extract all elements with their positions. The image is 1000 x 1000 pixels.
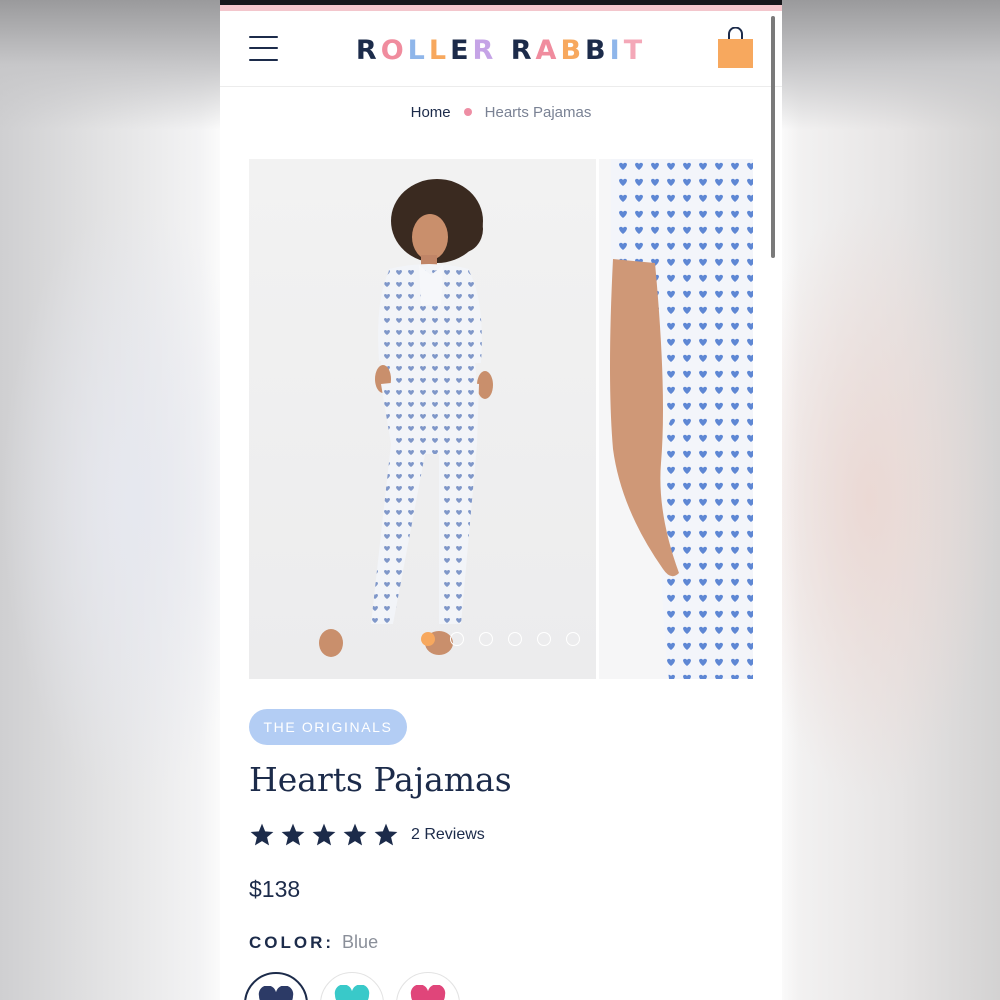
logo-letter: L	[428, 34, 451, 66]
color-swatch-blue[interactable]	[244, 972, 308, 1000]
hamburger-menu-icon[interactable]	[249, 36, 278, 62]
product-price: $138	[249, 876, 301, 902]
carousel-pagination	[421, 632, 580, 646]
product-title: Hearts Pajamas	[249, 760, 512, 799]
star-icon	[374, 823, 398, 846]
logo-letter: B	[585, 34, 610, 66]
brand-logo[interactable]: ROLLER RABBIT	[356, 33, 642, 67]
rating-stars	[249, 822, 399, 848]
scrollbar[interactable]	[771, 16, 775, 258]
logo-letter: I	[609, 34, 624, 66]
shopping-bag-icon[interactable]	[717, 26, 754, 69]
logo-letter: T	[623, 34, 647, 66]
logo-letter: R	[355, 34, 381, 66]
star-icon	[281, 823, 305, 846]
carousel-dot[interactable]	[566, 632, 580, 646]
logo-letter: E	[450, 34, 473, 66]
color-label: COLOR:	[249, 933, 335, 952]
heart-icon	[334, 985, 370, 1000]
logo-letter: B	[560, 34, 586, 66]
breadcrumb-home-link[interactable]: Home	[411, 104, 451, 121]
color-swatch-pink[interactable]	[396, 972, 460, 1000]
product-image-model-full[interactable]	[249, 159, 596, 679]
heart-icon	[410, 985, 446, 1000]
selected-color-value: Blue	[342, 932, 379, 952]
star-icon	[312, 823, 336, 846]
heart-icon	[258, 986, 294, 1000]
logo-letter: L	[407, 34, 429, 66]
collection-badge[interactable]: THE ORIGINALS	[249, 709, 407, 745]
carousel-dot[interactable]	[421, 632, 435, 646]
product-page: ROLLER RABBIT Home Hearts Pajamas THE OR…	[220, 0, 782, 1000]
reviews-link[interactable]: 2 Reviews	[411, 826, 485, 844]
color-selector-label: COLOR: Blue	[249, 932, 378, 953]
breadcrumb-separator	[463, 108, 472, 116]
carousel-dot[interactable]	[508, 632, 522, 646]
color-swatch-aqua[interactable]	[320, 972, 384, 1000]
logo-letter	[497, 35, 510, 66]
color-swatches	[244, 972, 460, 1000]
product-image-carousel[interactable]	[249, 159, 753, 679]
breadcrumb-current: Hearts Pajamas	[484, 103, 592, 121]
breadcrumb: Home Hearts Pajamas	[220, 100, 782, 124]
logo-letter: A	[535, 34, 561, 66]
product-image-detail[interactable]	[599, 159, 753, 679]
star-icon	[343, 823, 367, 846]
carousel-dot[interactable]	[450, 632, 464, 646]
logo-letter: O	[380, 34, 408, 66]
product-rating[interactable]: 2 Reviews	[249, 822, 485, 848]
logo-letter: R	[472, 34, 498, 66]
carousel-dot[interactable]	[537, 632, 551, 646]
carousel-dot[interactable]	[479, 632, 493, 646]
star-icon	[250, 823, 274, 846]
logo-letter: R	[510, 34, 536, 66]
site-header: ROLLER RABBIT	[220, 11, 782, 87]
